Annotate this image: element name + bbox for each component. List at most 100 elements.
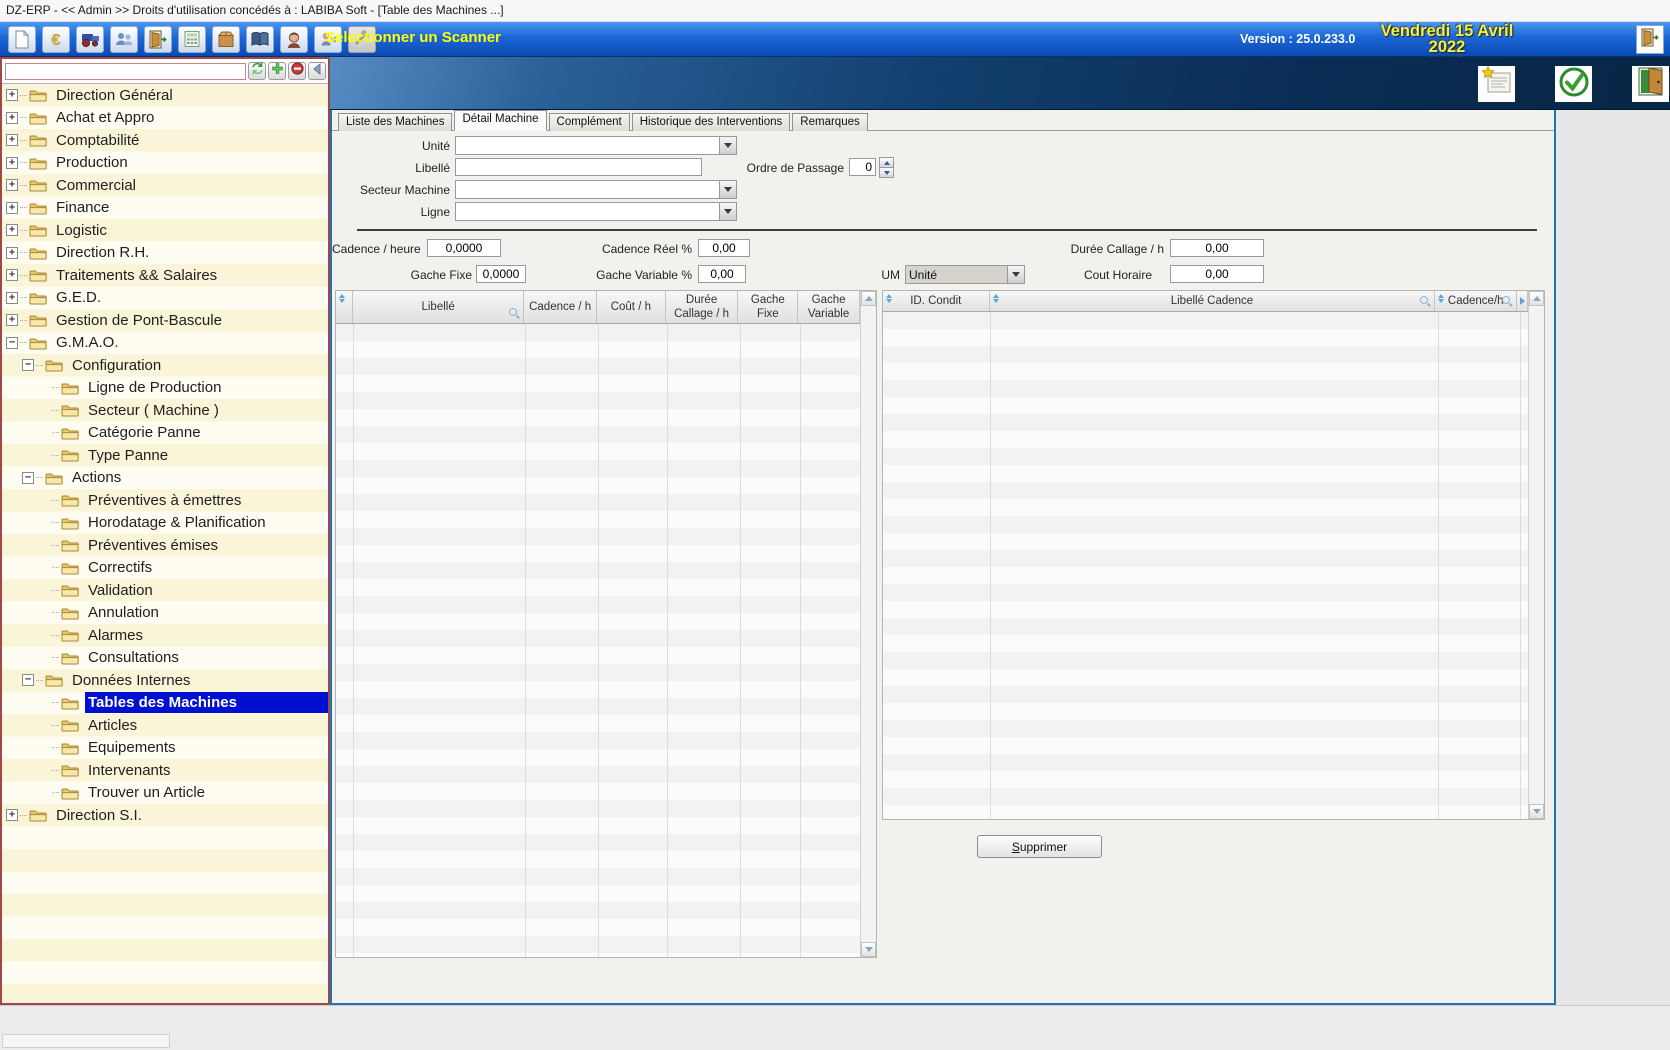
calculator-icon[interactable] bbox=[178, 26, 206, 53]
collapse-button[interactable] bbox=[308, 62, 326, 80]
gache-fixe-input[interactable] bbox=[476, 265, 526, 283]
spinner-up-icon[interactable] bbox=[879, 157, 894, 168]
tree-item-configuration[interactable]: −Configuration bbox=[2, 354, 328, 377]
cadence-reel-input[interactable] bbox=[698, 239, 750, 257]
libelle-input[interactable] bbox=[455, 158, 702, 176]
spinner-down-icon[interactable] bbox=[879, 168, 894, 178]
tree-item-direction-r-h[interactable]: +Direction R.H. bbox=[2, 242, 328, 265]
column-header-cadence-h[interactable]: Cadence/h bbox=[1435, 291, 1517, 311]
tree-expander-icon[interactable]: + bbox=[6, 224, 18, 236]
close-window-button[interactable] bbox=[1632, 66, 1669, 102]
tab-remarques[interactable]: Remarques bbox=[792, 113, 867, 131]
package-icon[interactable] bbox=[212, 26, 240, 53]
tab-d-tail-machine[interactable]: Détail Machine bbox=[454, 110, 546, 131]
cadence-heure-input[interactable] bbox=[427, 239, 501, 257]
tree-item-logistic[interactable]: +Logistic bbox=[2, 219, 328, 242]
tree-expander-icon[interactable]: + bbox=[6, 112, 18, 124]
remove-button[interactable] bbox=[288, 62, 306, 80]
tractor-icon[interactable] bbox=[76, 26, 104, 53]
tree-item-validation[interactable]: Validation bbox=[2, 579, 328, 602]
tree-item-achat-et-appro[interactable]: +Achat et Appro bbox=[2, 107, 328, 130]
users-icon[interactable] bbox=[110, 26, 138, 53]
column-header-dur-e-callage-h[interactable]: Durée Callage / h bbox=[666, 291, 739, 323]
exit-door-icon[interactable] bbox=[144, 26, 172, 53]
tree-item-traitements-salaires[interactable]: +Traitements && Salaires bbox=[2, 264, 328, 287]
tree-expander-icon[interactable]: + bbox=[6, 89, 18, 101]
catalog-icon[interactable] bbox=[246, 26, 274, 53]
tree-item-actions[interactable]: −Actions bbox=[2, 467, 328, 490]
tree-item-finance[interactable]: +Finance bbox=[2, 197, 328, 220]
chevron-down-icon[interactable] bbox=[719, 137, 736, 154]
tree-expander-icon[interactable]: + bbox=[6, 809, 18, 821]
tree-item-trouver-un-article[interactable]: Trouver un Article bbox=[2, 782, 328, 805]
tree-expander-icon[interactable]: + bbox=[6, 247, 18, 259]
tree-item-type-panne[interactable]: Type Panne bbox=[2, 444, 328, 467]
tree-expander-icon[interactable]: − bbox=[22, 359, 34, 371]
tree-expander-icon[interactable]: + bbox=[6, 157, 18, 169]
tree-expander-icon[interactable]: + bbox=[6, 314, 18, 326]
tree-item-equipements[interactable]: Equipements bbox=[2, 737, 328, 760]
search-magnifier-icon[interactable] bbox=[1502, 296, 1512, 306]
refresh-button[interactable] bbox=[248, 62, 266, 80]
person-icon[interactable] bbox=[280, 26, 308, 53]
tree-item-commercial[interactable]: +Commercial bbox=[2, 174, 328, 197]
scroll-down-icon[interactable] bbox=[1529, 804, 1544, 819]
column-header-libell[interactable]: Libellé bbox=[353, 291, 524, 323]
new-record-button[interactable] bbox=[1478, 66, 1515, 102]
tree-item-direction-g-n-ral[interactable]: +Direction Général bbox=[2, 84, 328, 107]
cout-horaire-input[interactable] bbox=[1170, 265, 1264, 283]
tree-expander-icon[interactable]: + bbox=[6, 134, 18, 146]
tab-historique-des-interventions[interactable]: Historique des Interventions bbox=[632, 113, 791, 131]
search-magnifier-icon[interactable] bbox=[1420, 296, 1430, 306]
tree-item-production[interactable]: +Production bbox=[2, 152, 328, 175]
tab-liste-des-machines[interactable]: Liste des Machines bbox=[338, 113, 452, 131]
search-magnifier-icon[interactable] bbox=[509, 308, 519, 318]
tree-item-secteur-machine[interactable]: Secteur ( Machine ) bbox=[2, 399, 328, 422]
column-header-id-condit[interactable]: ID. Condit bbox=[883, 291, 990, 311]
secteur-machine-combo[interactable] bbox=[455, 180, 737, 199]
validate-button[interactable] bbox=[1555, 66, 1592, 102]
chevron-down-icon[interactable] bbox=[719, 203, 736, 220]
add-button[interactable] bbox=[268, 62, 286, 80]
tree-expander-icon[interactable]: + bbox=[6, 202, 18, 214]
tree-item-gestion-de-pont-bascule[interactable]: +Gestion de Pont-Bascule bbox=[2, 309, 328, 332]
tree-item-comptabilit[interactable]: +Comptabilité bbox=[2, 129, 328, 152]
tree-item-cat-gorie-panne[interactable]: Catégorie Panne bbox=[2, 422, 328, 445]
tree-item-correctifs[interactable]: Correctifs bbox=[2, 557, 328, 580]
tree-item-donn-es-internes[interactable]: −Données Internes bbox=[2, 669, 328, 692]
blank-document-icon[interactable] bbox=[8, 26, 36, 53]
tree-item-intervenants[interactable]: Intervenants bbox=[2, 759, 328, 782]
tree-item-g-m-a-o[interactable]: −G.M.A.O. bbox=[2, 332, 328, 355]
tree-expander-icon[interactable]: + bbox=[6, 179, 18, 191]
tree-item-alarmes[interactable]: Alarmes bbox=[2, 624, 328, 647]
ordre-de-passage-input[interactable] bbox=[849, 158, 876, 176]
tree-item-pr-ventives-mises[interactable]: Préventives émises bbox=[2, 534, 328, 557]
duree-callage-input[interactable] bbox=[1170, 239, 1264, 257]
euro-icon[interactable]: € bbox=[42, 26, 70, 53]
gache-variable-input[interactable] bbox=[698, 265, 746, 283]
tree-search-input[interactable] bbox=[5, 63, 246, 80]
vertical-scrollbar[interactable] bbox=[860, 291, 876, 957]
supprimer-button[interactable]: Supprimer bbox=[977, 835, 1102, 858]
scroll-up-icon[interactable] bbox=[861, 291, 876, 306]
tree-item-g-e-d[interactable]: +G.E.D. bbox=[2, 287, 328, 310]
next-column-icon[interactable] bbox=[1517, 291, 1528, 311]
tree-item-tables-des-machines[interactable]: Tables des Machines bbox=[2, 692, 328, 715]
tab-compl-ment[interactable]: Complément bbox=[549, 113, 630, 131]
tree-expander-icon[interactable]: + bbox=[6, 292, 18, 304]
vertical-scrollbar[interactable] bbox=[1528, 291, 1544, 819]
sort-corner-cell[interactable] bbox=[336, 291, 353, 323]
scroll-up-icon[interactable] bbox=[1529, 291, 1544, 306]
tree-expander-icon[interactable]: − bbox=[6, 337, 18, 349]
tree-item-consultations[interactable]: Consultations bbox=[2, 647, 328, 670]
chevron-down-icon[interactable] bbox=[719, 181, 736, 198]
tree-item-pr-ventives-mettres[interactable]: Préventives à émettres bbox=[2, 489, 328, 512]
tree-item-ligne-de-production[interactable]: Ligne de Production bbox=[2, 377, 328, 400]
column-header-libell-cadence[interactable]: Libellé Cadence bbox=[990, 291, 1436, 311]
column-header-co-t-h[interactable]: Coût / h bbox=[597, 291, 666, 323]
tree-expander-icon[interactable]: + bbox=[6, 269, 18, 281]
tree-expander-icon[interactable]: − bbox=[22, 674, 34, 686]
exit-application-button[interactable] bbox=[1636, 25, 1664, 54]
column-header-gache-variable[interactable]: Gache Variable bbox=[798, 291, 860, 323]
tree-item-horodatage-planification[interactable]: Horodatage & Planification bbox=[2, 512, 328, 535]
